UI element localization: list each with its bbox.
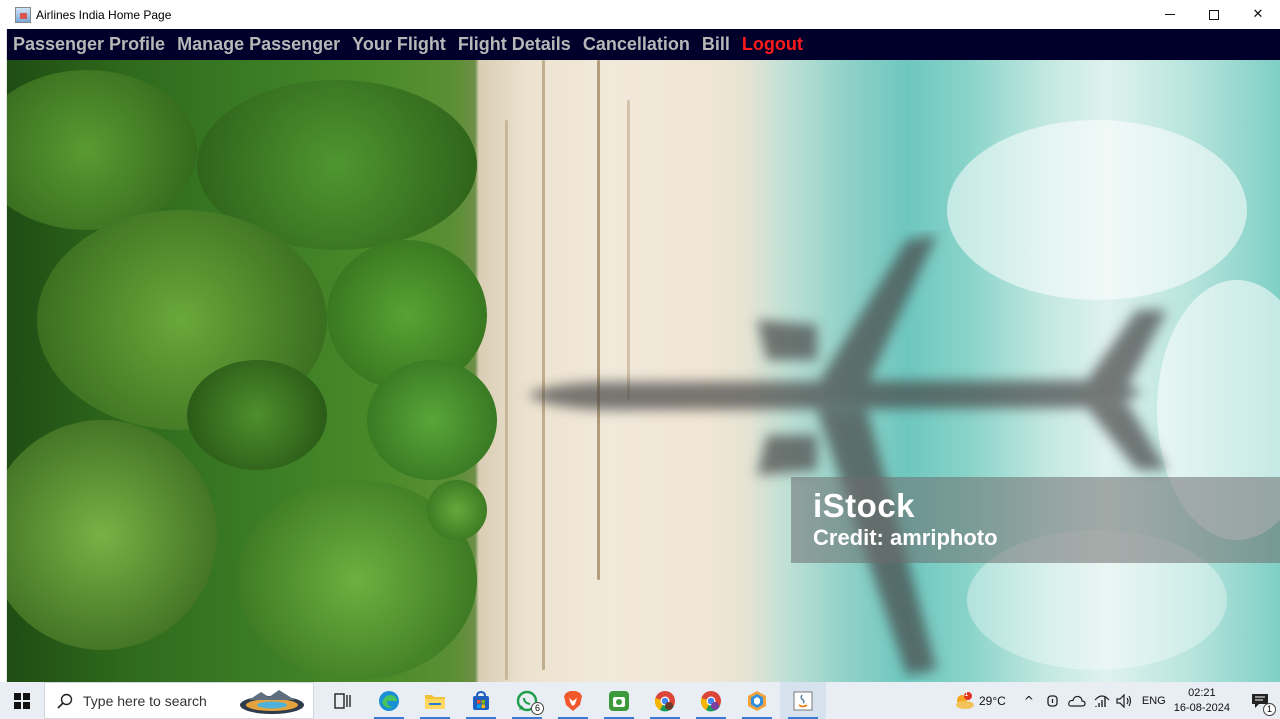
foliage-clump	[7, 420, 217, 650]
watermark-box: iStock Credit: amriphoto	[791, 477, 1280, 563]
brave-browser-icon	[564, 690, 582, 711]
show-hidden-icons-chevron-icon[interactable]: ^	[1024, 694, 1034, 708]
folder-icon	[425, 694, 445, 709]
watermark-brand: iStock	[813, 487, 916, 524]
close-icon: ✕	[1252, 7, 1264, 22]
weather-alert-badge: 1	[964, 689, 969, 698]
airplane-shadow-icon	[527, 235, 1167, 675]
taskbar-search-box[interactable]: Type here to search	[44, 682, 314, 719]
menu-bill[interactable]: Bill	[702, 34, 730, 55]
cube-app-icon	[748, 690, 766, 711]
whatsapp-unread-badge: 6	[531, 702, 544, 715]
chrome-profile-icon	[700, 690, 721, 711]
android-app-button[interactable]	[596, 682, 642, 719]
maximize-button[interactable]	[1192, 0, 1236, 29]
foliage-clump	[7, 70, 197, 230]
temperature-text: 29°C	[979, 693, 1006, 708]
menu-flight-details[interactable]: Flight Details	[458, 34, 571, 55]
weather-widget-button[interactable]: 1	[949, 682, 979, 719]
menu-passenger-profile[interactable]: Passenger Profile	[13, 34, 165, 55]
brave-app-button[interactable]	[550, 682, 596, 719]
store-app-button[interactable]	[458, 682, 504, 719]
search-highlight-icon	[240, 690, 304, 714]
whatsapp-app-button[interactable]: 6	[504, 682, 550, 719]
edge-browser-icon	[379, 690, 399, 711]
foliage-clump	[427, 480, 487, 540]
window-controls: ✕	[1148, 0, 1280, 29]
notification-center-button[interactable]: 1	[1240, 682, 1280, 719]
chrome-app-button[interactable]	[642, 682, 688, 719]
minimize-icon	[1165, 14, 1175, 15]
cube-app-button[interactable]	[734, 682, 780, 719]
hero-background-image: iStock Credit: amriphoto	[7, 60, 1280, 682]
language-indicator[interactable]: ENG	[1142, 695, 1166, 707]
foliage-clump	[187, 360, 327, 470]
menu-cancellation[interactable]: Cancellation	[583, 34, 690, 55]
file-explorer-button[interactable]	[412, 682, 458, 719]
watermark-credit: Credit: amriphoto	[813, 525, 998, 550]
onedrive-cloud-icon[interactable]	[1068, 695, 1086, 707]
close-button[interactable]: ✕	[1236, 0, 1280, 29]
clock[interactable]: 02:21 16-08-2024	[1174, 686, 1230, 716]
menu-logout[interactable]: Logout	[742, 34, 803, 55]
menu-your-flight[interactable]: Your Flight	[352, 34, 446, 55]
task-view-icon	[334, 692, 351, 709]
chrome-icon	[654, 690, 675, 711]
wifi-icon[interactable]	[1094, 694, 1110, 708]
chrome-profile-app-button[interactable]	[688, 682, 734, 719]
menu-bar: Passenger Profile Manage Passenger Your …	[7, 29, 1280, 60]
java-app-icon	[793, 691, 813, 710]
menu-manage-passenger[interactable]: Manage Passenger	[177, 34, 340, 55]
window-left-border	[0, 29, 7, 682]
volume-speaker-icon[interactable]	[1116, 693, 1134, 708]
notification-count-badge: 1	[1263, 703, 1276, 716]
java-app-icon	[15, 6, 31, 23]
taskbar: Type here to search 6 1 29°C ^ ENG 02:21…	[0, 682, 1280, 719]
system-tray: 1 29°C ^ ENG 02:21 16-08-2024 1	[949, 682, 1280, 719]
store-bag-icon	[473, 690, 489, 710]
windows-icon	[14, 692, 30, 709]
taskbar-apps: 6	[320, 682, 826, 719]
search-placeholder: Type here to search	[83, 692, 207, 709]
java-app-button[interactable]	[780, 682, 826, 719]
window-title: Airlines India Home Page	[36, 7, 172, 22]
start-button[interactable]	[0, 682, 44, 719]
title-bar: Airlines India Home Page ✕	[0, 0, 1280, 29]
task-view-button[interactable]	[320, 682, 366, 719]
search-icon	[57, 693, 73, 709]
edge-app-button[interactable]	[366, 682, 412, 719]
clock-time: 02:21	[1188, 686, 1216, 699]
minimize-button[interactable]	[1148, 0, 1192, 29]
foliage-clump	[367, 360, 497, 480]
sand-streak	[505, 120, 508, 680]
meet-now-icon[interactable]	[1046, 693, 1060, 709]
android-app-icon	[609, 690, 629, 711]
maximize-icon	[1209, 9, 1219, 20]
clock-date: 16-08-2024	[1173, 701, 1230, 714]
